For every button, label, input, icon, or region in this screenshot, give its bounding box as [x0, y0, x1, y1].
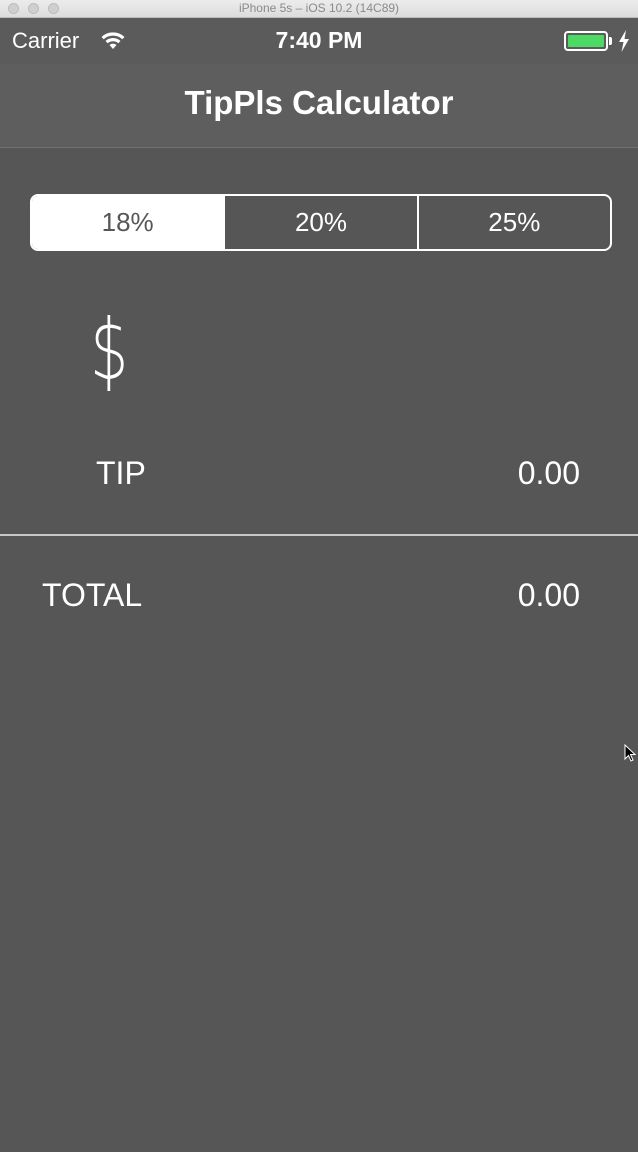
navigation-bar: TipPls Calculator: [0, 64, 638, 148]
tip-label: TIP: [96, 455, 146, 491]
battery-level: [568, 35, 605, 47]
total-label: TOTAL: [42, 577, 143, 613]
status-time: 7:40 PM: [275, 27, 363, 53]
divider: [0, 534, 638, 536]
bill-amount-field[interactable]: $: [90, 300, 450, 400]
page-title: TipPls Calculator: [184, 84, 454, 121]
simulator-title-bar: iPhone 5s – iOS 10.2 (14C89): [0, 0, 638, 18]
total-amount: 0.00: [517, 577, 580, 613]
bolt-icon: [619, 30, 629, 52]
battery-tip: [609, 37, 612, 45]
tip-option-25[interactable]: 25%: [416, 196, 610, 249]
tip-percentage-control[interactable]: 18% 20% 25%: [30, 194, 612, 251]
status-bar: Carrier 7:40 PM: [0, 18, 638, 64]
mouse-cursor-icon: [624, 744, 636, 762]
tip-amount: 0.00: [517, 455, 580, 491]
tip-option-18[interactable]: 18%: [32, 196, 224, 249]
simulator-title: iPhone 5s – iOS 10.2 (14C89): [238, 1, 400, 15]
battery-icon: [564, 31, 608, 51]
tip-option-20[interactable]: 20%: [223, 196, 416, 249]
